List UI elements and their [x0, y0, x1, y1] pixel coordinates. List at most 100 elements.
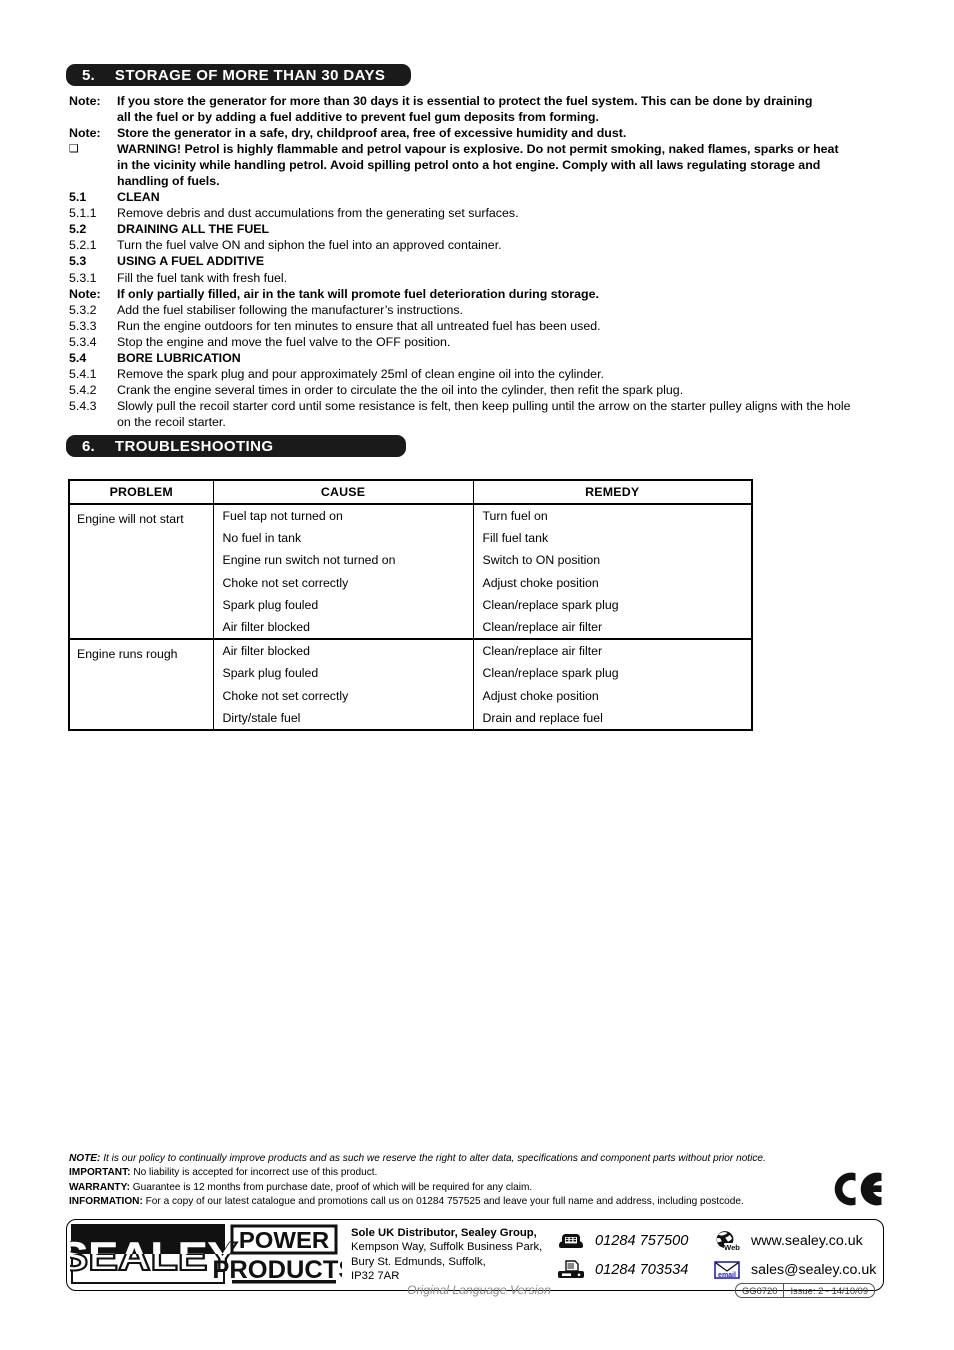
legal-warranty: WARRANTY: Guarantee is 12 months from pu… — [69, 1181, 859, 1195]
instruction-row: 5.1 CLEAN — [69, 189, 889, 205]
legal-information: INFORMATION: For a copy of our latest ca… — [69, 1195, 859, 1209]
phone-row: 01284 757500 — [555, 1226, 703, 1255]
cell-remedy-line: Drain and replace fuel — [482, 710, 603, 725]
instruction-row: ❑ WARNING! Petrol is highly flammable and… — [69, 141, 889, 157]
cell-remedy-line: Clean/replace spark plug — [482, 597, 619, 612]
legal-warranty-key: WARRANTY: — [69, 1181, 130, 1193]
instruction-label: 5.3 — [69, 254, 87, 269]
instruction-text: Slowly pull the recoil starter cord unti… — [117, 398, 851, 413]
instruction-label: Note: — [69, 126, 101, 141]
cell-remedy-line: Turn fuel on — [482, 509, 548, 523]
web-email-column: Web www.sealey.co.uk email sales@sealey.… — [703, 1226, 883, 1290]
issue-revision: Issue: 2 - 14/10/09 — [790, 1285, 869, 1296]
table-header-row: PROBLEM CAUSE REMEDY — [68, 479, 753, 505]
instruction-row: Note: If only partially filled, air in th… — [69, 286, 889, 302]
section-header-storage: 5. STORAGE OF MORE THAN 30 DAYS — [66, 64, 411, 86]
instruction-row: 5.3.4 Stop the engine and move the fuel v… — [69, 334, 889, 350]
instruction-row: 5.4.1 Remove the spark plug and pour appr… — [69, 366, 889, 382]
instruction-text: If you store the generator for more than… — [117, 94, 813, 108]
legal-important-text: No liability is accepted for incorrect u… — [133, 1167, 378, 1179]
instruction-label: 5.1.1 — [69, 206, 97, 221]
email-address: sales@sealey.co.uk — [751, 1261, 877, 1278]
fax-row: 01284 703534 — [555, 1255, 703, 1284]
legal-warranty-text: Guarantee is 12 months from purchase dat… — [132, 1181, 533, 1193]
section-number: 6. — [82, 437, 95, 455]
cell-remedy-line: Clean/replace spark plug — [482, 666, 619, 681]
instruction-text: DRAINING ALL THE FUEL — [117, 222, 270, 237]
telephone-icon — [555, 1231, 587, 1251]
instruction-row: 5.3.3 Run the engine outdoors for ten min… — [69, 318, 889, 334]
cell-remedy-line: Clean/replace air filter — [482, 644, 603, 659]
instruction-label: 5.3.4 — [69, 334, 97, 349]
instruction-row: Note: If you store the generator for more… — [69, 93, 889, 109]
instruction-row: Note: Store the generator in a safe, dry,… — [69, 125, 889, 141]
instruction-row: all the fuel or by adding a fuel additiv… — [69, 109, 889, 125]
instruction-text: Turn the fuel valve ON and siphon the fu… — [117, 238, 502, 253]
instruction-label: 5.3.2 — [69, 302, 97, 317]
address-line-4: IP32 7AR — [351, 1270, 400, 1283]
footer-contact-panel: SEALEY SEALEY SEALEY POWER PRODUCTS Sole… — [66, 1219, 884, 1291]
section-title: STORAGE OF MORE THAN 30 DAYS — [114, 66, 386, 84]
address-line-1: Sole UK Distributor, Sealey Group, — [351, 1227, 537, 1239]
instruction-label: 5.4.3 — [69, 398, 97, 413]
website-row[interactable]: Web www.sealey.co.uk — [711, 1226, 883, 1255]
cell-cause-line: Air filter blocked — [222, 644, 310, 659]
instruction-text: CLEAN — [117, 190, 160, 205]
website-url: www.sealey.co.uk — [751, 1232, 863, 1249]
instruction-label: 5.4 — [69, 350, 87, 365]
instruction-row: in the vicinity while handling petrol. A… — [69, 157, 889, 173]
instruction-text: Stop the engine and move the fuel valve … — [117, 334, 451, 349]
address-line-2: Kempson Way, Suffolk Business Park, — [351, 1241, 543, 1254]
document-page: 5. STORAGE OF MORE THAN 30 DAYS Note: If … — [0, 0, 954, 1350]
cell-problem: Engine runs rough — [68, 638, 214, 731]
column-header-cause: CAUSE — [212, 479, 474, 505]
fax-number: 01284 703534 — [595, 1261, 689, 1278]
section-header-troubleshooting: 6. TROUBLESHOOTING — [66, 435, 406, 457]
instruction-row: 5.2.1 Turn the fuel valve ON and siphon t… — [69, 237, 889, 253]
instruction-row: 5.1.1 Remove debris and dust accumulation… — [69, 205, 889, 221]
cell-remedy-line: Clean/replace air filter — [482, 619, 603, 634]
legal-important-key: IMPORTANT: — [69, 1167, 131, 1179]
instruction-text: handling of fuels. — [117, 174, 220, 189]
fax-icon — [555, 1259, 587, 1281]
legal-notices: NOTE: It is our policy to continually im… — [69, 1152, 859, 1210]
instruction-text: Remove debris and dust accumulations fro… — [117, 206, 519, 221]
original-language-version: Original Language Version — [407, 1283, 551, 1297]
svg-text:Web: Web — [724, 1243, 740, 1252]
instruction-label: 5.3.3 — [69, 318, 97, 333]
cell-problem: Engine will not start — [68, 503, 214, 640]
troubleshooting-table: PROBLEM CAUSE REMEDY Engine will not sta… — [68, 479, 753, 731]
section-title: TROUBLESHOOTING — [114, 437, 274, 455]
cell-remedy-line: Switch to ON position — [482, 553, 601, 568]
legal-note-key: NOTE: — [69, 1153, 101, 1164]
instruction-row: 5.4.3 Slowly pull the recoil starter cord… — [69, 398, 889, 414]
cell-remedy-line: Adjust choke position — [482, 688, 599, 703]
instruction-label: 5.1 — [69, 190, 87, 205]
instruction-row: 5.3.2 Add the fuel stabiliser following t… — [69, 302, 889, 318]
cell-cause-line: Dirty/stale fuel — [222, 710, 301, 725]
model-number: GG0720 — [736, 1284, 785, 1297]
instruction-label: 5.2 — [69, 222, 87, 237]
table-row: Engine will not start Fuel tap not turned… — [68, 503, 753, 640]
instruction-text: Remove the spark plug and pour approxima… — [117, 366, 604, 381]
instruction-label: Note: — [69, 286, 101, 301]
cell-cause-line: Spark plug fouled — [222, 666, 319, 681]
instruction-row: 5.4.2 Crank the engine several times in o… — [69, 382, 889, 398]
email-row[interactable]: email sales@sealey.co.uk — [711, 1255, 883, 1284]
svg-text:POWER: POWER — [239, 1227, 329, 1252]
globe-web-icon: Web — [711, 1229, 743, 1253]
phone-number: 01284 757500 — [595, 1232, 689, 1249]
legal-information-text: For a copy of our latest catalogue and p… — [145, 1196, 744, 1208]
instruction-text: Store the generator in a safe, dry, chil… — [117, 126, 627, 141]
distributor-address: Sole UK Distributor, Sealey Group, Kemps… — [343, 1220, 555, 1290]
cell-cause: Air filter blocked Spark plug fouled Choke… — [212, 638, 474, 731]
instruction-text: Run the engine outdoors for ten minutes … — [117, 318, 601, 333]
section-number: 5. — [82, 66, 95, 84]
instruction-label: ❑ — [69, 142, 79, 156]
instruction-row: 5.4 BORE LUBRICATION — [69, 350, 889, 366]
legal-information-key: INFORMATION: — [69, 1196, 143, 1208]
instruction-text: BORE LUBRICATION — [117, 350, 241, 365]
instruction-label: Note: — [69, 94, 101, 108]
cell-cause-line: Choke not set correctly — [222, 688, 349, 703]
phone-fax-column: 01284 757500 01284 703534 — [555, 1226, 703, 1290]
